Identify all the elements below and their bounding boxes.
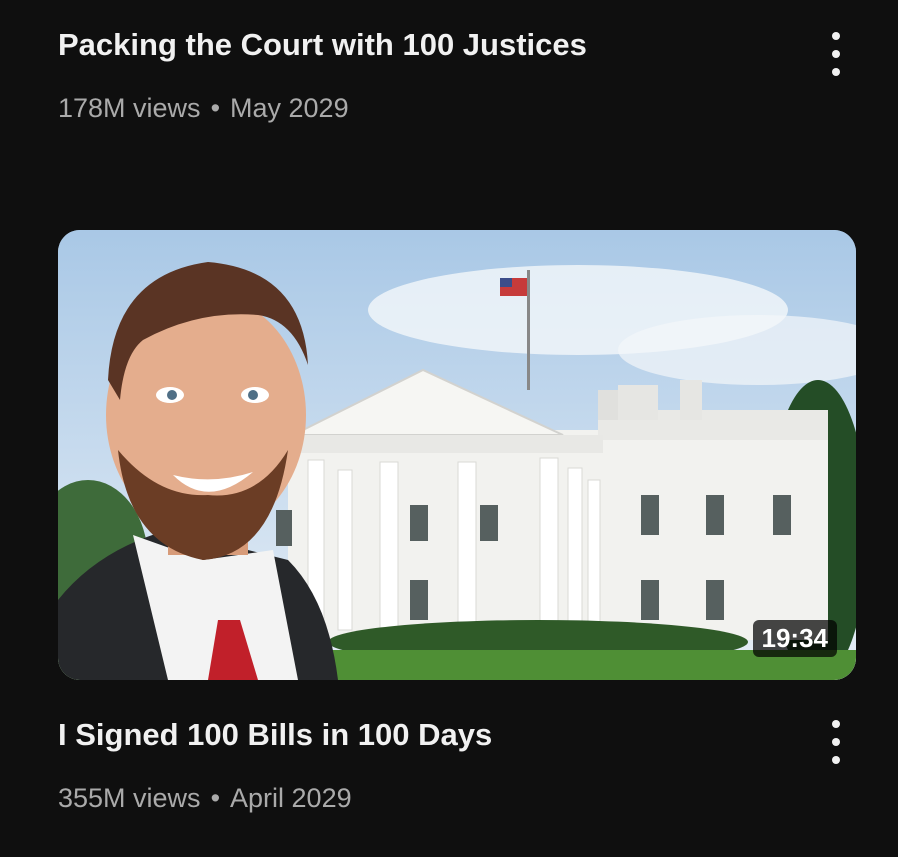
separator-dot: • xyxy=(210,783,221,813)
thumbnail-image xyxy=(58,230,856,680)
more-vert-icon[interactable] xyxy=(824,720,848,764)
separator-dot: • xyxy=(210,93,221,123)
video-title[interactable]: Packing the Court with 100 Justices xyxy=(58,27,587,63)
upload-date: April 2029 xyxy=(230,783,352,813)
video-thumbnail[interactable]: 19:34 xyxy=(58,230,856,680)
view-count: 178M views xyxy=(58,93,201,123)
video-metadata: 178M views • May 2029 xyxy=(58,93,349,124)
video-title[interactable]: I Signed 100 Bills in 100 Days xyxy=(58,717,492,753)
video-metadata: 355M views • April 2029 xyxy=(58,783,352,814)
more-vert-icon[interactable] xyxy=(824,32,848,76)
view-count: 355M views xyxy=(58,783,201,813)
upload-date: May 2029 xyxy=(230,93,349,123)
duration-badge: 19:34 xyxy=(752,620,837,657)
